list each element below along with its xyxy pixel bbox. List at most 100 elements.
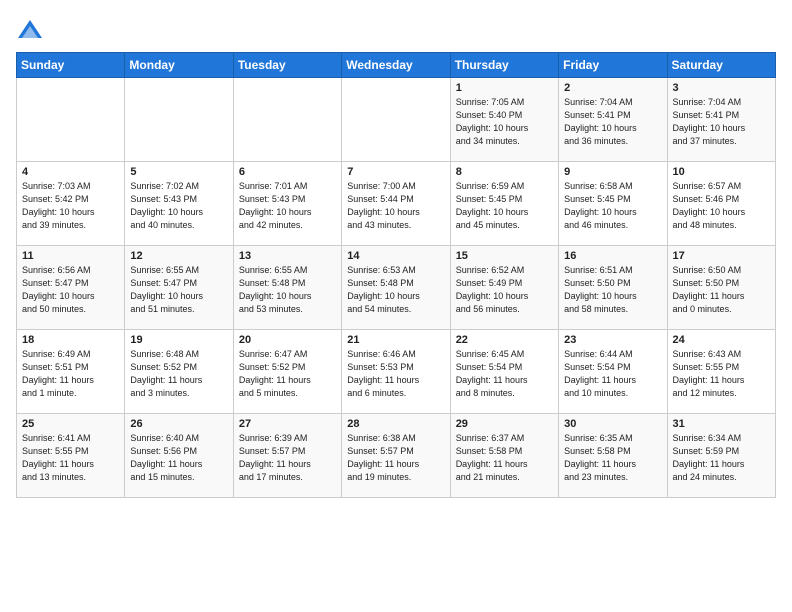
cell-daylight-info: Sunrise: 6:51 AM Sunset: 5:50 PM Dayligh…	[564, 264, 661, 316]
calendar-cell	[233, 78, 341, 162]
day-number: 9	[564, 166, 661, 178]
day-number: 16	[564, 250, 661, 262]
calendar-cell: 20 Sunrise: 6:47 AM Sunset: 5:52 PM Dayli…	[233, 330, 341, 414]
weekday-header-tuesday: Tuesday	[233, 53, 341, 78]
day-number: 15	[456, 250, 553, 262]
calendar-cell: 21 Sunrise: 6:46 AM Sunset: 5:53 PM Dayli…	[342, 330, 450, 414]
cell-daylight-info: Sunrise: 6:48 AM Sunset: 5:52 PM Dayligh…	[130, 348, 227, 400]
cell-daylight-info: Sunrise: 6:49 AM Sunset: 5:51 PM Dayligh…	[22, 348, 119, 400]
cell-daylight-info: Sunrise: 7:03 AM Sunset: 5:42 PM Dayligh…	[22, 180, 119, 232]
calendar-table: SundayMondayTuesdayWednesdayThursdayFrid…	[16, 52, 776, 498]
cell-daylight-info: Sunrise: 6:55 AM Sunset: 5:47 PM Dayligh…	[130, 264, 227, 316]
cell-daylight-info: Sunrise: 6:39 AM Sunset: 5:57 PM Dayligh…	[239, 432, 336, 484]
cell-daylight-info: Sunrise: 6:46 AM Sunset: 5:53 PM Dayligh…	[347, 348, 444, 400]
cell-daylight-info: Sunrise: 7:00 AM Sunset: 5:44 PM Dayligh…	[347, 180, 444, 232]
calendar-cell: 22 Sunrise: 6:45 AM Sunset: 5:54 PM Dayli…	[450, 330, 558, 414]
cell-daylight-info: Sunrise: 7:04 AM Sunset: 5:41 PM Dayligh…	[564, 96, 661, 148]
cell-daylight-info: Sunrise: 7:05 AM Sunset: 5:40 PM Dayligh…	[456, 96, 553, 148]
cell-daylight-info: Sunrise: 6:45 AM Sunset: 5:54 PM Dayligh…	[456, 348, 553, 400]
calendar-cell: 24 Sunrise: 6:43 AM Sunset: 5:55 PM Dayli…	[667, 330, 775, 414]
day-number: 20	[239, 334, 336, 346]
day-number: 5	[130, 166, 227, 178]
calendar-cell	[17, 78, 125, 162]
calendar-cell: 12 Sunrise: 6:55 AM Sunset: 5:47 PM Dayli…	[125, 246, 233, 330]
calendar-week-row: 1 Sunrise: 7:05 AM Sunset: 5:40 PM Daylig…	[17, 78, 776, 162]
cell-daylight-info: Sunrise: 6:40 AM Sunset: 5:56 PM Dayligh…	[130, 432, 227, 484]
day-number: 10	[673, 166, 770, 178]
calendar-cell: 13 Sunrise: 6:55 AM Sunset: 5:48 PM Dayli…	[233, 246, 341, 330]
day-number: 26	[130, 418, 227, 430]
calendar-cell	[342, 78, 450, 162]
calendar-cell: 31 Sunrise: 6:34 AM Sunset: 5:59 PM Dayli…	[667, 414, 775, 498]
day-number: 4	[22, 166, 119, 178]
calendar-cell: 10 Sunrise: 6:57 AM Sunset: 5:46 PM Dayli…	[667, 162, 775, 246]
cell-daylight-info: Sunrise: 6:50 AM Sunset: 5:50 PM Dayligh…	[673, 264, 770, 316]
calendar-cell: 27Sunrise: 6:39 AM Sunset: 5:57 PM Dayli…	[233, 414, 341, 498]
day-number: 12	[130, 250, 227, 262]
calendar-cell: 28Sunrise: 6:38 AM Sunset: 5:57 PM Dayli…	[342, 414, 450, 498]
cell-daylight-info: Sunrise: 6:44 AM Sunset: 5:54 PM Dayligh…	[564, 348, 661, 400]
calendar-cell	[125, 78, 233, 162]
calendar-cell: 3Sunrise: 7:04 AM Sunset: 5:41 PM Daylig…	[667, 78, 775, 162]
calendar-header-row: SundayMondayTuesdayWednesdayThursdayFrid…	[17, 53, 776, 78]
calendar-cell: 7 Sunrise: 7:00 AM Sunset: 5:44 PM Daylig…	[342, 162, 450, 246]
cell-daylight-info: Sunrise: 6:34 AM Sunset: 5:59 PM Dayligh…	[673, 432, 770, 484]
calendar-cell: 8Sunrise: 6:59 AM Sunset: 5:45 PM Daylig…	[450, 162, 558, 246]
day-number: 17	[673, 250, 770, 262]
day-number: 18	[22, 334, 119, 346]
weekday-header-friday: Friday	[559, 53, 667, 78]
cell-daylight-info: Sunrise: 6:59 AM Sunset: 5:45 PM Dayligh…	[456, 180, 553, 232]
calendar-cell: 2 Sunrise: 7:04 AM Sunset: 5:41 PM Daylig…	[559, 78, 667, 162]
calendar-cell: 14 Sunrise: 6:53 AM Sunset: 5:48 PM Dayli…	[342, 246, 450, 330]
day-number: 6	[239, 166, 336, 178]
cell-daylight-info: Sunrise: 6:58 AM Sunset: 5:45 PM Dayligh…	[564, 180, 661, 232]
day-number: 21	[347, 334, 444, 346]
cell-daylight-info: Sunrise: 6:53 AM Sunset: 5:48 PM Dayligh…	[347, 264, 444, 316]
day-number: 30	[564, 418, 661, 430]
cell-daylight-info: Sunrise: 6:43 AM Sunset: 5:55 PM Dayligh…	[673, 348, 770, 400]
calendar-cell: 4 Sunrise: 7:03 AM Sunset: 5:42 PM Daylig…	[17, 162, 125, 246]
weekday-header-monday: Monday	[125, 53, 233, 78]
day-number: 3	[673, 82, 770, 94]
cell-daylight-info: Sunrise: 6:38 AM Sunset: 5:57 PM Dayligh…	[347, 432, 444, 484]
calendar-cell: 23 Sunrise: 6:44 AM Sunset: 5:54 PM Dayli…	[559, 330, 667, 414]
calendar-cell: 18 Sunrise: 6:49 AM Sunset: 5:51 PM Dayli…	[17, 330, 125, 414]
calendar-week-row: 18 Sunrise: 6:49 AM Sunset: 5:51 PM Dayli…	[17, 330, 776, 414]
weekday-header-saturday: Saturday	[667, 53, 775, 78]
day-number: 13	[239, 250, 336, 262]
weekday-header-wednesday: Wednesday	[342, 53, 450, 78]
cell-daylight-info: Sunrise: 6:52 AM Sunset: 5:49 PM Dayligh…	[456, 264, 553, 316]
day-number: 24	[673, 334, 770, 346]
day-number: 31	[673, 418, 770, 430]
calendar-cell: 16 Sunrise: 6:51 AM Sunset: 5:50 PM Dayli…	[559, 246, 667, 330]
calendar-cell: 11Sunrise: 6:56 AM Sunset: 5:47 PM Dayli…	[17, 246, 125, 330]
calendar-cell: 30Sunrise: 6:35 AM Sunset: 5:58 PM Dayli…	[559, 414, 667, 498]
cell-daylight-info: Sunrise: 6:47 AM Sunset: 5:52 PM Dayligh…	[239, 348, 336, 400]
calendar-cell: 17 Sunrise: 6:50 AM Sunset: 5:50 PM Dayli…	[667, 246, 775, 330]
calendar-cell: 6Sunrise: 7:01 AM Sunset: 5:43 PM Daylig…	[233, 162, 341, 246]
cell-daylight-info: Sunrise: 6:55 AM Sunset: 5:48 PM Dayligh…	[239, 264, 336, 316]
day-number: 23	[564, 334, 661, 346]
calendar-cell: 5 Sunrise: 7:02 AM Sunset: 5:43 PM Daylig…	[125, 162, 233, 246]
weekday-header-sunday: Sunday	[17, 53, 125, 78]
day-number: 1	[456, 82, 553, 94]
cell-daylight-info: Sunrise: 6:56 AM Sunset: 5:47 PM Dayligh…	[22, 264, 119, 316]
calendar-week-row: 11Sunrise: 6:56 AM Sunset: 5:47 PM Dayli…	[17, 246, 776, 330]
page-header	[16, 16, 776, 44]
logo	[16, 16, 48, 44]
day-number: 7	[347, 166, 444, 178]
logo-icon	[16, 16, 44, 44]
cell-daylight-info: Sunrise: 6:37 AM Sunset: 5:58 PM Dayligh…	[456, 432, 553, 484]
calendar-cell: 1 Sunrise: 7:05 AM Sunset: 5:40 PM Daylig…	[450, 78, 558, 162]
day-number: 22	[456, 334, 553, 346]
calendar-week-row: 25Sunrise: 6:41 AM Sunset: 5:55 PM Dayli…	[17, 414, 776, 498]
day-number: 19	[130, 334, 227, 346]
cell-daylight-info: Sunrise: 7:02 AM Sunset: 5:43 PM Dayligh…	[130, 180, 227, 232]
day-number: 25	[22, 418, 119, 430]
day-number: 14	[347, 250, 444, 262]
day-number: 2	[564, 82, 661, 94]
calendar-week-row: 4 Sunrise: 7:03 AM Sunset: 5:42 PM Daylig…	[17, 162, 776, 246]
day-number: 29	[456, 418, 553, 430]
cell-daylight-info: Sunrise: 6:57 AM Sunset: 5:46 PM Dayligh…	[673, 180, 770, 232]
weekday-header-thursday: Thursday	[450, 53, 558, 78]
